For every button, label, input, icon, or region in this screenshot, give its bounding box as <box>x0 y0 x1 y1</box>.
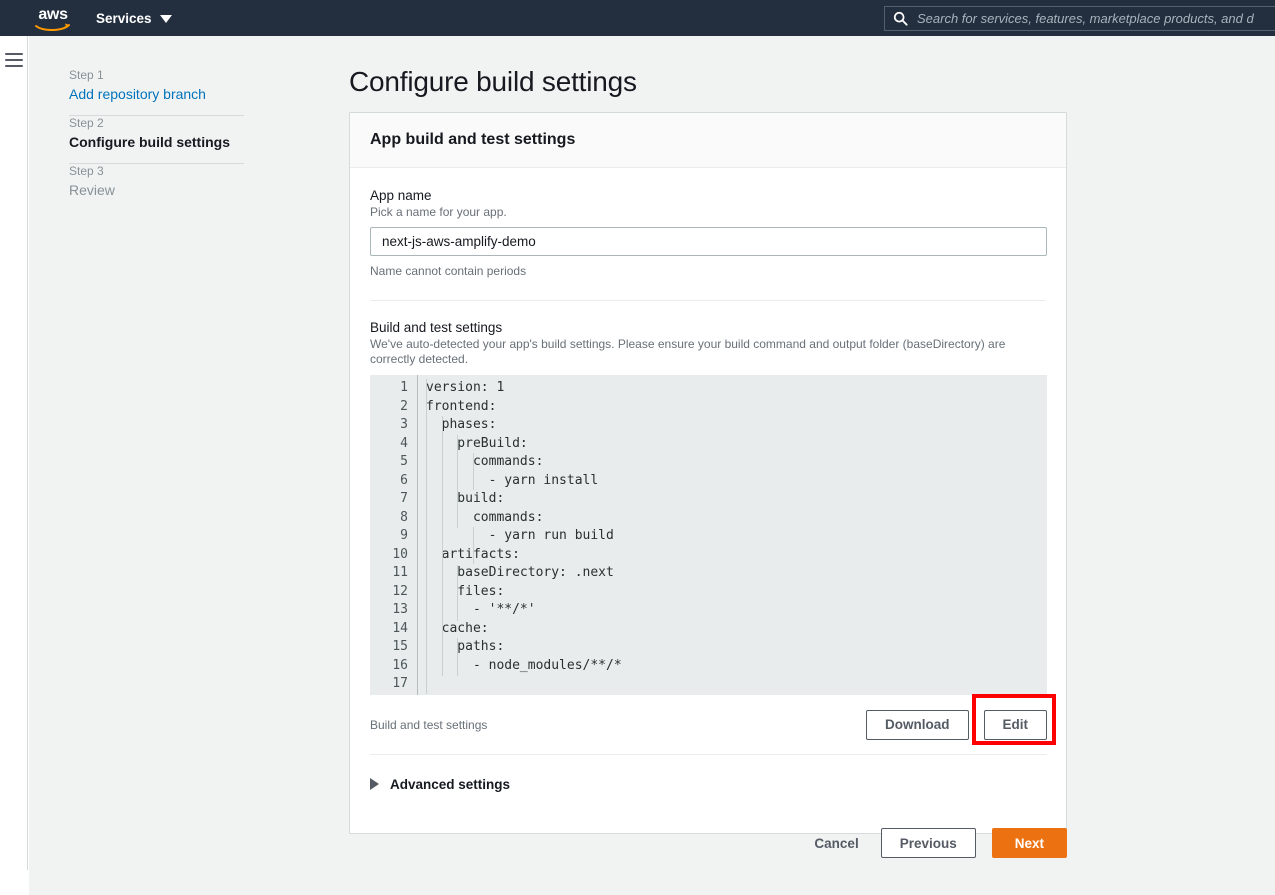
wizard-step-navigation: Step 1 Add repository branch Step 2 Conf… <box>69 68 244 211</box>
section-divider <box>370 300 1046 301</box>
editor-line-number: 11 <box>392 565 408 580</box>
editor-line-number: 16 <box>392 657 408 673</box>
editor-code-line: - yarn run build <box>426 528 614 543</box>
hamburger-menu-icon[interactable] <box>5 53 23 67</box>
app-build-settings-card: App build and test settings App name Pic… <box>349 112 1067 834</box>
build-settings-description: We've auto-detected your app's build set… <box>370 337 1006 366</box>
indent-guide <box>457 638 459 676</box>
editor-line-number: 9 <box>400 528 408 543</box>
aws-logo-text: aws <box>38 5 68 23</box>
editor-code-line: - '**/*' <box>426 602 536 617</box>
wizard-step-3[interactable]: Step 3 Review <box>69 164 244 211</box>
editor-code-line: preBuild: <box>426 435 528 451</box>
search-icon <box>893 11 908 26</box>
editor-line-number: 12 <box>392 583 408 599</box>
wizard-step-2[interactable]: Step 2 Configure build settings <box>69 116 244 163</box>
editor-code-line: baseDirectory: .next <box>426 565 614 580</box>
card-header: App build and test settings <box>350 113 1066 168</box>
wizard-step-3-title: Review <box>69 182 115 198</box>
editor-line-number: 8 <box>400 509 408 525</box>
editor-footer-label: Build and test settings <box>370 717 488 732</box>
app-name-input[interactable]: next-js-aws-amplify-demo <box>370 227 1047 256</box>
editor-line-number: 17 <box>392 676 408 691</box>
advanced-settings-toggle[interactable]: Advanced settings <box>370 755 1046 813</box>
chevron-down-icon <box>159 15 172 23</box>
editor-code-line: - yarn install <box>426 472 599 488</box>
editor-line-number-gutter: 1 2 3 4 5 6 7 8 9 10 11 12 13 14 15 16 17 <box>370 375 418 695</box>
chevron-right-icon <box>370 778 379 790</box>
indent-guide <box>457 564 459 621</box>
editor-code-area[interactable]: version: 1 frontend: phases: preBuild: co… <box>418 375 1047 695</box>
page-title: Configure build settings <box>349 66 637 97</box>
app-name-label: App name <box>370 188 432 203</box>
next-button[interactable]: Next <box>991 828 1067 858</box>
editor-code-line: frontend: <box>426 398 497 414</box>
download-button[interactable]: Download <box>866 709 969 740</box>
editor-line-number: 14 <box>392 620 408 636</box>
cancel-button[interactable]: Cancel <box>808 828 864 858</box>
editor-line-number: 4 <box>400 435 408 451</box>
build-settings-label: Build and test settings <box>370 320 503 335</box>
global-search-placeholder: Search for services, features, marketpla… <box>917 11 1254 26</box>
editor-code-line: version: 1 <box>426 380 505 395</box>
editor-line-number: 6 <box>400 472 408 488</box>
editor-line-number: 10 <box>392 546 408 562</box>
editor-code-line: commands: <box>426 454 544 469</box>
global-search-box[interactable]: Search for services, features, marketpla… <box>884 6 1275 31</box>
indent-guide <box>457 434 459 528</box>
editor-code-line: files: <box>426 583 505 599</box>
editor-line-number: 15 <box>392 639 408 654</box>
wizard-step-2-title: Configure build settings <box>69 134 230 150</box>
indent-guide <box>472 453 474 490</box>
services-menu-label: Services <box>96 10 152 26</box>
editor-code-line: artifacts: <box>441 546 520 562</box>
editor-code-line: paths: <box>426 639 505 654</box>
wizard-step-1-title[interactable]: Add repository branch <box>69 85 244 103</box>
editor-line-number: 7 <box>400 491 408 506</box>
app-name-hint: Name cannot contain periods <box>370 264 527 278</box>
indent-guide <box>441 546 443 676</box>
editor-line-number: 2 <box>400 398 408 414</box>
editor-code-line: - node_modules/**/* <box>426 657 622 673</box>
wizard-step-3-number: Step 3 <box>69 164 104 178</box>
wizard-footer-actions: Cancel Previous Next <box>349 828 1067 858</box>
editor-footer-buttons: Download Edit <box>866 709 1047 740</box>
advanced-settings-label: Advanced settings <box>390 776 511 792</box>
indent-guide <box>426 379 427 694</box>
previous-button[interactable]: Previous <box>880 828 976 858</box>
indent-guide <box>472 527 474 564</box>
wizard-step-1-number: Step 1 <box>69 68 104 82</box>
editor-footer: Build and test settings Download Edit <box>370 695 1047 755</box>
editor-line-number: 1 <box>400 380 408 395</box>
app-name-section: App name Pick a name for your app. next-… <box>370 188 1047 278</box>
aws-logo[interactable]: aws <box>31 6 75 32</box>
editor-code-line: commands: <box>426 509 544 525</box>
services-menu[interactable]: Services <box>92 0 176 36</box>
editor-code-line: phases: <box>426 417 497 432</box>
edit-button[interactable]: Edit <box>983 709 1047 740</box>
app-name-description: Pick a name for your app. <box>370 205 507 219</box>
left-rail <box>0 36 28 870</box>
card-body: App name Pick a name for your app. next-… <box>350 168 1066 833</box>
editor-code-line: build: <box>426 491 505 506</box>
wizard-step-2-number: Step 2 <box>69 116 104 130</box>
editor-line-number: 5 <box>400 454 408 469</box>
indent-guide <box>441 416 443 546</box>
buildspec-code-editor[interactable]: 1 2 3 4 5 6 7 8 9 10 11 12 13 14 15 16 17 version: 1 fron… <box>370 375 1047 695</box>
wizard-step-1[interactable]: Step 1 Add repository branch <box>69 68 244 115</box>
editor-line-number: 13 <box>392 602 408 617</box>
aws-smile-icon <box>35 23 70 31</box>
editor-code-line: cache: <box>426 620 489 636</box>
build-settings-section: Build and test settings We've auto-detec… <box>370 320 1047 755</box>
editor-line-number: 3 <box>400 417 408 432</box>
aws-top-navigation: aws Services Search for services, featur… <box>0 0 1275 36</box>
editor-code-line <box>426 675 1047 694</box>
card-header-title: App build and test settings <box>370 131 576 148</box>
